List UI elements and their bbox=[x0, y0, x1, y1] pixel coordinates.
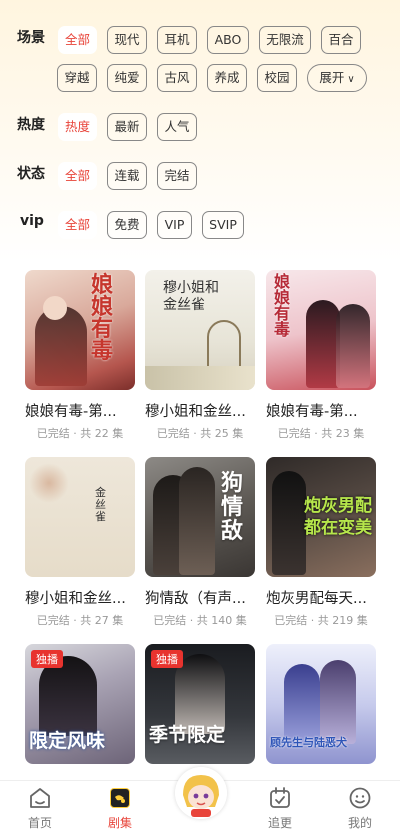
cover-title-text: 娘娘有毒 bbox=[91, 272, 114, 364]
profile-icon bbox=[349, 787, 371, 809]
scene-chip-earphone[interactable]: 耳机 bbox=[157, 26, 197, 54]
drama-cover-image: 炮灰男配 都在变美 bbox=[266, 457, 376, 577]
status-chip-completed[interactable]: 完结 bbox=[157, 162, 197, 190]
vip-chip-all[interactable]: 全部 bbox=[58, 211, 97, 239]
tab-label: 追更 bbox=[267, 816, 292, 830]
tab-home[interactable]: 首页 bbox=[10, 781, 70, 832]
bottom-tab-bar: 首页 剧集 追更 我的 bbox=[0, 767, 400, 832]
drama-title: 娘娘有毒-第... bbox=[266, 404, 358, 420]
heat-chip-heat[interactable]: 热度 bbox=[58, 113, 97, 141]
scene-chip-infinite[interactable]: 无限流 bbox=[259, 26, 311, 54]
tab-label: 首页 bbox=[27, 816, 52, 830]
drama-cover-image: 娘娘有毒 bbox=[266, 270, 376, 390]
exclusive-badge: 独播 bbox=[31, 650, 63, 668]
cover-title-text: 季节限定 bbox=[149, 724, 226, 746]
cover-title-text: 限定风味 bbox=[29, 730, 106, 752]
scene-chip-modern[interactable]: 现代 bbox=[107, 26, 147, 54]
drama-meta: 已完结 · 共 22 集 bbox=[36, 427, 124, 440]
drama-title: 穆小姐和金丝... bbox=[145, 404, 246, 420]
drama-cover-image: 娘娘有毒 bbox=[25, 270, 135, 390]
cover-title-text: 金丝雀 bbox=[95, 486, 106, 523]
filter-panel: 场景 全部 现代 耳机 ABO 无限流 百合 穿越 纯爱 古风 养成 校园 展开… bbox=[0, 0, 400, 262]
exclusive-badge: 独播 bbox=[151, 650, 183, 668]
drama-icon bbox=[110, 788, 130, 808]
drama-meta: 已完结 · 共 25 集 bbox=[156, 427, 244, 440]
drama-cover-image: 金丝雀 bbox=[25, 457, 135, 577]
cover-title-text: 炮灰男配 都在变美 bbox=[304, 496, 372, 538]
mascot-center-button[interactable] bbox=[175, 767, 227, 819]
cover-title-text: 娘娘有毒 bbox=[274, 272, 291, 339]
scene-chip-campus[interactable]: 校园 bbox=[257, 64, 297, 92]
drama-meta: 已完结 · 共 219 集 bbox=[274, 614, 368, 627]
scene-chip-yuri[interactable]: 百合 bbox=[321, 26, 361, 54]
mascot-icon bbox=[175, 767, 227, 819]
drama-title: 狗情敌（有声... bbox=[145, 591, 246, 607]
status-filter-label: 状态 bbox=[17, 166, 45, 182]
drama-meta: 已完结 · 共 23 集 bbox=[277, 427, 365, 440]
scene-chip-ancient[interactable]: 古风 bbox=[157, 64, 197, 92]
heat-filter-label: 热度 bbox=[17, 117, 45, 133]
heat-chip-popular[interactable]: 人气 bbox=[157, 113, 197, 141]
home-icon bbox=[30, 788, 50, 808]
scene-chip-purelove[interactable]: 纯爱 bbox=[107, 64, 147, 92]
cover-title-text: 顾先生与陆恶犬 bbox=[270, 736, 347, 749]
tab-label: 剧集 bbox=[107, 816, 132, 830]
scene-filter-label: 场景 bbox=[17, 30, 45, 46]
drama-cover-image: 穆小姐和金丝雀 bbox=[145, 270, 255, 390]
drama-meta: 已完结 · 共 140 集 bbox=[153, 614, 247, 627]
heat-chip-latest[interactable]: 最新 bbox=[107, 113, 147, 141]
chevron-down-icon: ∨ bbox=[347, 74, 355, 85]
scene-chip-raising[interactable]: 养成 bbox=[207, 64, 247, 92]
drama-cover-image: 顾先生与陆恶犬 bbox=[266, 644, 376, 764]
scene-chip-abo[interactable]: ABO bbox=[207, 26, 249, 54]
drama-title: 娘娘有毒-第... bbox=[25, 404, 117, 420]
status-chip-all[interactable]: 全部 bbox=[58, 162, 97, 190]
drama-meta: 已完结 · 共 27 集 bbox=[36, 614, 124, 627]
drama-cover-image: 狗情敌 bbox=[145, 457, 255, 577]
drama-cover-image: 独播 限定风味 bbox=[25, 644, 135, 764]
vip-chip-svip[interactable]: SVIP bbox=[202, 211, 244, 239]
status-chip-ongoing[interactable]: 连载 bbox=[107, 162, 147, 190]
scene-expand-button[interactable]: 展开 ∨ bbox=[307, 64, 367, 92]
cover-title-text: 穆小姐和金丝雀 bbox=[163, 280, 219, 313]
drama-cover-image: 独播 季节限定 bbox=[145, 644, 255, 764]
vip-filter-label: vip bbox=[20, 213, 44, 229]
tab-follow[interactable]: 追更 bbox=[250, 781, 310, 832]
scene-chip-all[interactable]: 全部 bbox=[58, 26, 97, 54]
scene-chip-timetravel[interactable]: 穿越 bbox=[57, 64, 97, 92]
tab-dramas[interactable]: 剧集 bbox=[90, 781, 150, 832]
drama-title: 穆小姐和金丝... bbox=[25, 591, 126, 607]
cover-title-text: 狗情敌 bbox=[221, 470, 244, 544]
vip-chip-vip[interactable]: VIP bbox=[157, 211, 192, 239]
vip-chip-free[interactable]: 免费 bbox=[107, 211, 147, 239]
tab-profile[interactable]: 我的 bbox=[330, 781, 390, 832]
drama-title: 炮灰男配每天... bbox=[266, 591, 367, 607]
expand-label: 展开 bbox=[319, 70, 345, 85]
follow-icon bbox=[270, 787, 290, 808]
tab-label: 我的 bbox=[347, 816, 372, 830]
